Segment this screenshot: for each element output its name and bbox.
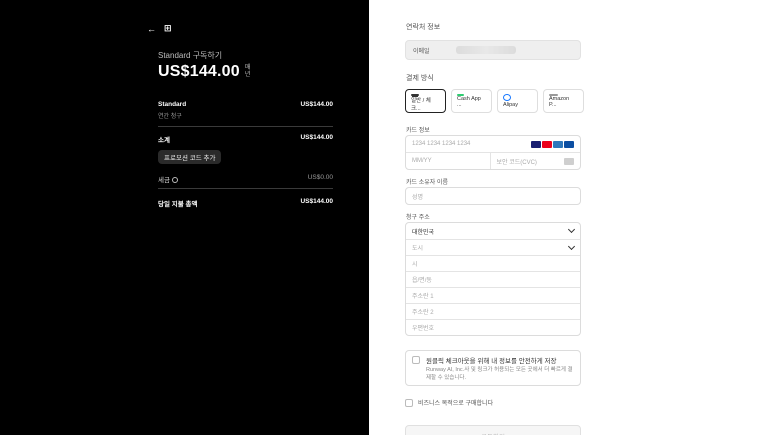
email-label: 이메일 bbox=[413, 48, 430, 55]
card-icon bbox=[411, 94, 419, 97]
card-brands bbox=[531, 140, 574, 148]
save-info-text: 원클릭 체크아웃을 위해 내 정보를 안전하게 저장 Runway AI, In… bbox=[426, 355, 574, 381]
divider bbox=[158, 126, 333, 127]
tax-label: 세금 bbox=[158, 174, 178, 184]
cardholder-group: 성명 bbox=[405, 187, 581, 205]
amex-icon bbox=[553, 140, 563, 148]
business-purchase-option[interactable]: 비즈니스 목적으로 구매합니다 bbox=[405, 398, 493, 407]
subtotal-amount: US$144.00 bbox=[300, 134, 333, 141]
card-info-label: 카드 정보 bbox=[406, 128, 430, 134]
cvc-field[interactable]: 보안 코드(CVC) bbox=[489, 153, 581, 169]
tax-text: 세금 bbox=[158, 177, 170, 184]
expiry-field[interactable]: MM/YY bbox=[406, 153, 490, 169]
total-label: 당일 지불 총액 bbox=[158, 201, 198, 208]
jcb-icon bbox=[564, 140, 574, 148]
email-value-redacted bbox=[455, 46, 516, 54]
checkout-form-panel: 연락처 정보 이메일 결제 방식 일반 / 체크... Cash App ...… bbox=[369, 0, 773, 435]
business-checkbox[interactable] bbox=[405, 398, 413, 407]
payment-method-card[interactable]: 일반 / 체크... bbox=[405, 89, 446, 113]
method-label: Cash App ... bbox=[457, 96, 481, 108]
visa-icon bbox=[531, 140, 541, 148]
line-item-name: Standard bbox=[158, 101, 187, 108]
total-amount: US$144.00 bbox=[300, 198, 333, 205]
line-item: Standard US$144.00 bbox=[158, 101, 333, 108]
postal-code-field[interactable]: 우편번호 bbox=[406, 319, 580, 335]
payment-section-title: 결제 방식 bbox=[406, 75, 434, 82]
country-value: 대한민국 bbox=[412, 229, 435, 236]
billing-period: 매년 bbox=[244, 65, 251, 78]
subscribe-label: Standard 구독하기 bbox=[158, 51, 223, 60]
email-field[interactable]: 이메일 bbox=[405, 40, 581, 60]
cardholder-label: 카드 소유자 이름 bbox=[406, 180, 448, 186]
cvc-placeholder: 보안 코드(CVC) bbox=[496, 159, 537, 166]
payment-method-alipay[interactable]: Alipay bbox=[497, 89, 538, 113]
subtotal-label: 소계 bbox=[158, 137, 170, 144]
subtotal-row: 소계 US$144.00 bbox=[158, 134, 333, 144]
total-row: 당일 지불 총액 US$144.00 bbox=[158, 198, 333, 208]
alipay-icon bbox=[503, 94, 511, 101]
tax-row: 세금 US$0.00 bbox=[158, 174, 333, 184]
cardholder-name-field[interactable]: 성명 bbox=[406, 188, 580, 204]
card-info-group: 1234 1234 1234 1234 MM/YY 보안 코드(CVC) bbox=[405, 135, 581, 170]
add-promo-code-button[interactable]: 프로모션 코드 추가 bbox=[158, 150, 222, 164]
province-value: 도시 bbox=[412, 246, 424, 252]
save-info-checkbox[interactable] bbox=[412, 356, 420, 364]
contact-section-title: 연락처 정보 bbox=[406, 24, 441, 31]
method-label: Alipay bbox=[503, 102, 518, 108]
address-line-1-field[interactable]: 주소란 1 bbox=[406, 287, 580, 303]
line-item-amount: US$144.00 bbox=[300, 101, 333, 108]
summary-topbar: ← ⊞ bbox=[147, 23, 172, 34]
save-info-title: 원클릭 체크아웃을 위해 내 정보를 안전하게 저장 bbox=[426, 358, 557, 365]
province-select[interactable]: 도시 bbox=[406, 239, 580, 255]
divider bbox=[158, 188, 333, 189]
city-field[interactable]: 시 bbox=[406, 255, 580, 271]
mastercard-icon bbox=[542, 140, 552, 148]
method-label: Amazon P... bbox=[549, 96, 570, 108]
price-row: US$144.00 매년 bbox=[158, 63, 255, 81]
arrow-left-icon[interactable]: ← bbox=[147, 24, 156, 34]
cvc-card-icon bbox=[564, 157, 574, 165]
payment-methods: 일반 / 체크... Cash App ... Alipay Amazon P.… bbox=[405, 89, 584, 113]
tax-amount: US$0.00 bbox=[307, 174, 333, 181]
save-info-desc: Runway AI, Inc.사 및 링크가 허용되는 모든 곳에서 더 빠르게… bbox=[426, 367, 573, 381]
card-number-field[interactable]: 1234 1234 1234 1234 bbox=[406, 136, 580, 152]
card-number-placeholder: 1234 1234 1234 1234 bbox=[412, 141, 471, 147]
save-info-option[interactable]: 원클릭 체크아웃을 위해 내 정보를 안전하게 저장 Runway AI, In… bbox=[405, 350, 581, 386]
payment-method-cash-app[interactable]: Cash App ... bbox=[451, 89, 492, 113]
runway-logo: ⊞ bbox=[164, 23, 172, 33]
payment-method-amazon-pay[interactable]: Amazon P... bbox=[543, 89, 584, 113]
info-icon[interactable] bbox=[171, 177, 178, 183]
method-label: 일반 / 체크... bbox=[411, 98, 431, 112]
subscribe-button[interactable]: 구독하기 bbox=[405, 425, 581, 435]
billing-address-group: 대한민국 도시 시 읍/면/동 주소란 1 주소란 2 우편번호 bbox=[405, 222, 581, 336]
price-amount: US$144.00 bbox=[158, 63, 240, 80]
address-line-2-field[interactable]: 주소란 2 bbox=[406, 303, 580, 319]
card-expiry-cvc: MM/YY 보안 코드(CVC) bbox=[406, 152, 580, 169]
line-item-billing: 연간 청구 bbox=[158, 114, 182, 120]
order-summary-panel: ← ⊞ Standard 구독하기 US$144.00 매년 Standard … bbox=[0, 0, 369, 435]
business-label: 비즈니스 목적으로 구매합니다 bbox=[418, 401, 494, 407]
chevron-down-icon bbox=[567, 242, 576, 250]
district-field[interactable]: 읍/면/동 bbox=[406, 271, 580, 287]
chevron-down-icon bbox=[567, 225, 576, 234]
billing-address-label: 청구 주소 bbox=[406, 215, 430, 221]
country-select[interactable]: 대한민국 bbox=[406, 223, 580, 239]
